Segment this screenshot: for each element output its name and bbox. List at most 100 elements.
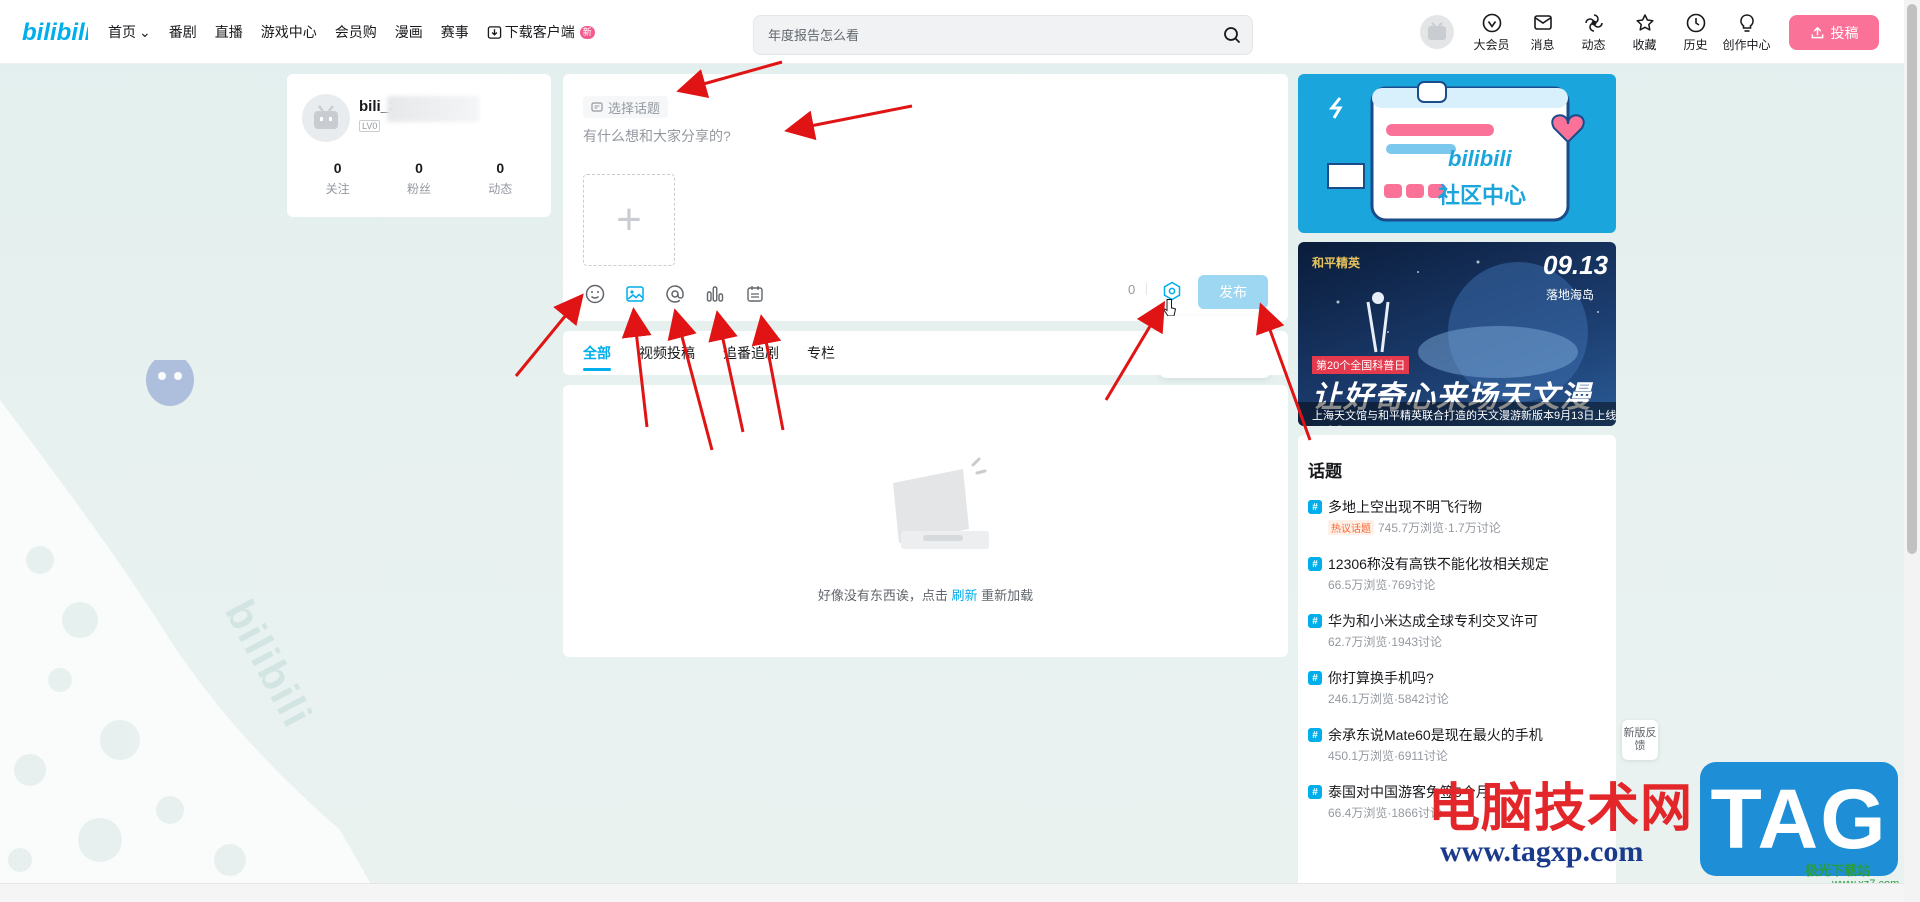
search-box: [753, 15, 1253, 55]
main-nav: 首页 ⌄ 番剧 直播 游戏中心 会员购 漫画 赛事 下载客户端 新: [108, 0, 613, 64]
select-topic-button[interactable]: 选择话题: [583, 96, 669, 118]
image-icon: [626, 286, 644, 302]
event-banner[interactable]: 和平精英 09.13 落地海岛 第20个全国科普日 让好奇心来场天文漫游 上海天…: [1298, 242, 1616, 426]
nav-live[interactable]: 直播: [215, 22, 243, 42]
header-avatar[interactable]: [1420, 15, 1454, 49]
background-bilibili-logo: bilibili: [216, 592, 323, 736]
nav-mall[interactable]: 会员购: [335, 22, 377, 42]
topic-item[interactable]: # 12306称没有高铁不能化妆相关规定 66.5万浏览·769讨论: [1308, 555, 1606, 593]
nav-manga[interactable]: 漫画: [395, 22, 423, 42]
message-icon: [1533, 15, 1552, 30]
hash-icon: #: [1308, 785, 1322, 799]
topics-title: 话题: [1308, 462, 1342, 481]
mascot-decoration: [146, 360, 194, 406]
nav-game-center[interactable]: 游戏中心: [261, 22, 317, 42]
search-input[interactable]: [754, 16, 1194, 54]
empty-state-illustration: [893, 457, 989, 549]
char-count: 0: [1128, 282, 1136, 297]
header-history[interactable]: 历史: [1670, 12, 1721, 53]
event-brand: 和平精英: [1312, 256, 1361, 270]
upload-icon: [1811, 26, 1823, 39]
nav-match[interactable]: 赛事: [441, 22, 469, 42]
tab-all[interactable]: 全部: [583, 331, 611, 375]
event-place: 落地海岛: [1546, 288, 1595, 302]
toolbar-divider: [1146, 283, 1147, 295]
topic-item[interactable]: # 你打算换手机吗? 246.1万浏览·5842讨论: [1308, 669, 1606, 707]
header-creator-center[interactable]: 创作中心: [1721, 12, 1772, 53]
stat-dynamics[interactable]: 0 动态: [465, 160, 535, 197]
hash-icon: #: [1308, 557, 1322, 571]
add-image-button[interactable]: +: [583, 174, 675, 266]
feed-empty-panel: 好像没有东西诶，点击 刷新 重新加载: [563, 385, 1288, 657]
header-dynamic[interactable]: 动态: [1568, 12, 1619, 53]
search-icon[interactable]: [1222, 25, 1242, 45]
header-right-icons: 大会员 消息 动态 收藏 历史 创作中心: [1466, 12, 1772, 53]
user-level-badge: LV0: [359, 120, 381, 132]
community-center-banner[interactable]: bilibili 社区中心: [1298, 74, 1616, 233]
top-navigation-bar: bilibili 首页 ⌄ 番剧 直播 游戏中心 会员购 漫画 赛事 下载客户端 …: [0, 0, 1920, 64]
composer-toolbar: [583, 282, 767, 306]
download-icon: [487, 25, 501, 39]
background-wave-decoration: [0, 360, 380, 900]
mention-button[interactable]: [663, 282, 687, 306]
emoji-icon: [585, 284, 605, 304]
nav-download-client[interactable]: 下载客户端 新: [487, 22, 595, 42]
upload-button[interactable]: 投稿: [1789, 15, 1879, 50]
topic-item[interactable]: # 华为和小米达成全球专利交叉许可 62.7万浏览·1943讨论: [1308, 612, 1606, 650]
at-icon: [666, 285, 684, 303]
tab-bangumi[interactable]: 追番追剧: [723, 331, 779, 375]
watermark-site-name: 电脑技术网: [1428, 780, 1694, 838]
header-vip[interactable]: 大会员: [1466, 12, 1517, 53]
bilibili-logo[interactable]: bilibili: [22, 16, 88, 46]
live-reserve-button[interactable]: [743, 282, 767, 306]
banner-community-title: 社区中心: [1438, 183, 1527, 208]
star-icon: [1635, 14, 1654, 31]
vote-chart-icon: [706, 286, 724, 302]
header-message[interactable]: 消息: [1517, 12, 1568, 53]
topic-item[interactable]: # 多地上空出现不明飞行物 热议话题 745.7万浏览·1.7万讨论: [1308, 498, 1606, 536]
event-caption: 上海天文馆与和平精英联合打造的天文漫游新版本9月13日上线: [1298, 402, 1616, 426]
user-card: bili_3 LV0 0 关注 0 粉丝 0 动态: [287, 74, 551, 217]
bulb-icon: [1739, 14, 1754, 32]
vote-button[interactable]: [703, 282, 727, 306]
banner-bilibili-logo: bilibili: [1448, 146, 1512, 171]
emoji-button[interactable]: [583, 282, 607, 306]
watermark-xz-name: 极光下载站: [1805, 863, 1871, 878]
watermark-tag-logo: TAG: [1700, 762, 1898, 876]
tab-article[interactable]: 专栏: [807, 331, 835, 375]
nav-home[interactable]: 首页 ⌄: [108, 22, 151, 42]
stat-followers[interactable]: 0 粉丝: [384, 160, 454, 197]
user-stats: 0 关注 0 粉丝 0 动态: [287, 160, 551, 197]
topic-item[interactable]: # 余承东说Mate60是现在最火的手机 450.1万浏览·6911讨论: [1308, 726, 1606, 764]
hash-icon: #: [1308, 500, 1322, 514]
hash-icon: #: [1308, 671, 1322, 685]
feed-tabs: 全部 视频投稿 追番追剧 专栏: [563, 331, 1288, 375]
feedback-button[interactable]: 新版反馈: [1622, 720, 1658, 760]
user-avatar[interactable]: [302, 94, 350, 142]
header-favorites[interactable]: 收藏: [1619, 12, 1670, 53]
user-name-redaction: [387, 96, 479, 122]
event-date: 09.13: [1543, 250, 1609, 280]
browser-status-bar: [0, 883, 1904, 902]
tab-video[interactable]: 视频投稿: [639, 331, 695, 375]
empty-state-text: 好像没有东西诶，点击 刷新 重新加载: [817, 588, 1034, 603]
publish-button[interactable]: 发布: [1198, 275, 1268, 309]
scrollbar-thumb[interactable]: [1907, 4, 1917, 554]
nav-bangumi[interactable]: 番剧: [169, 22, 197, 42]
composer-input[interactable]: 有什么想和大家分享的?: [583, 126, 731, 146]
stat-following[interactable]: 0 关注: [303, 160, 373, 197]
refresh-link[interactable]: 刷新: [951, 588, 977, 603]
new-badge: 新: [579, 25, 595, 39]
dynamic-icon: [1584, 14, 1603, 32]
topic-icon: [591, 102, 603, 112]
hot-topic-badge: 热议话题: [1328, 520, 1374, 535]
hash-icon: #: [1308, 728, 1322, 742]
hash-icon: #: [1308, 614, 1322, 628]
watermark-url: www.tagxp.com: [1440, 835, 1644, 868]
history-icon: [1686, 13, 1705, 33]
page-scrollbar[interactable]: [1904, 0, 1920, 902]
vip-icon: [1482, 13, 1501, 33]
image-button[interactable]: [623, 282, 647, 306]
svg-text:bilibili: bilibili: [22, 19, 88, 46]
live-reserve-icon: [747, 286, 763, 302]
